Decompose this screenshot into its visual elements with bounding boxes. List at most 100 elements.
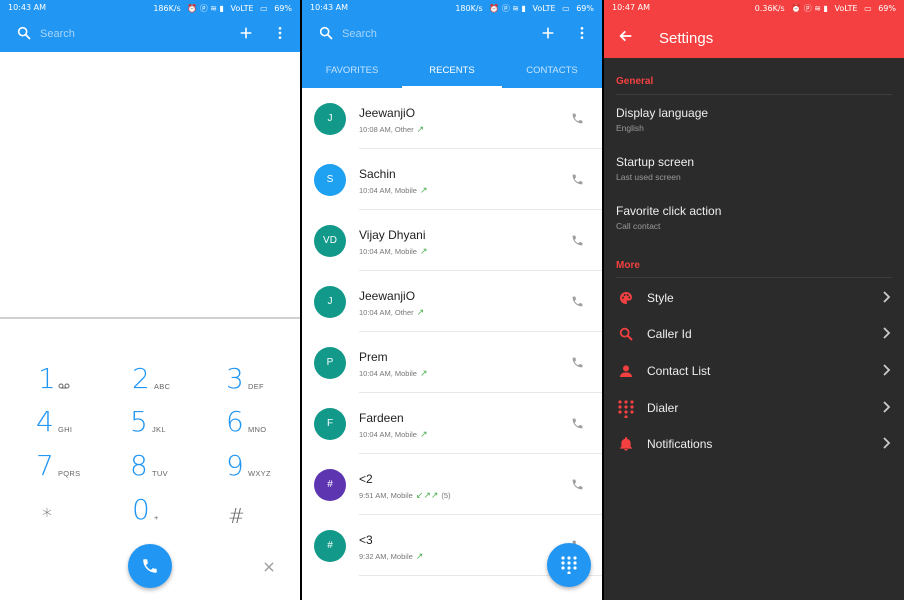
network-speed: 180K/s <box>455 4 483 13</box>
call-time-type: 10:08 AM, Other <box>359 125 414 134</box>
avatar: VD <box>314 225 346 257</box>
tab-favorites[interactable]: FAVORITES <box>302 58 402 90</box>
avatar: # <box>314 469 346 501</box>
chevron-right-icon <box>883 364 891 376</box>
call-details: 10:04 AM, Mobile ↗ <box>359 368 431 379</box>
key-digit: 8 <box>130 449 148 482</box>
add-contact-icon[interactable] <box>540 25 556 41</box>
avatar: F <box>314 408 346 440</box>
network-speed: 186K/s <box>153 4 181 13</box>
key-digit: 5 <box>130 405 148 438</box>
dial-key-7[interactable]: 7 PQRS <box>36 449 116 486</box>
phone-icon[interactable] <box>571 295 584 308</box>
call-button[interactable] <box>128 544 172 588</box>
setting-display-language[interactable]: Display language English <box>616 106 708 133</box>
carrier-label: VoLTE <box>834 4 858 13</box>
setting-title: Display language <box>616 106 709 120</box>
key-digit: 2 <box>132 362 150 395</box>
call-time-type: 10:04 AM, Mobile <box>359 369 417 378</box>
key-digit: 3 <box>226 362 244 395</box>
menu-item-style[interactable]: Style <box>604 280 904 316</box>
dialpad-button[interactable] <box>547 543 591 587</box>
call-log-row[interactable]: J JeewanjiO 10:08 AM, Other ↗ <box>302 88 602 149</box>
phone-icon[interactable] <box>571 417 584 430</box>
dial-key-3[interactable]: 3 DEF <box>226 362 300 399</box>
battery-icon: ▭ <box>260 4 268 13</box>
call-log-row[interactable]: J JeewanjiO 10:04 AM, Other ↗ <box>302 271 602 332</box>
dial-key-0[interactable]: 0 + <box>132 493 212 530</box>
contact-name: JeewanjiO <box>359 106 416 120</box>
recents-toolbar: 10:43 AM 180K/s ⏰ ⓟ ≋ ▮ VoLTE ▭ 69% Sear… <box>302 0 602 88</box>
dial-input-divider <box>0 317 300 319</box>
status-right: 186K/s ⏰ ⓟ ≋ ▮ VoLTE ▭ 69% <box>153 3 292 14</box>
phone-icon[interactable] <box>571 173 584 186</box>
clear-icon[interactable] <box>262 560 276 574</box>
outgoing-call-icon: ↗ <box>419 368 428 378</box>
phone-icon <box>143 559 157 573</box>
key-digit: 0 <box>132 493 150 526</box>
back-arrow-icon[interactable] <box>618 28 634 44</box>
dial-key-6[interactable]: 6 MNO <box>226 405 300 442</box>
battery-icon: ▭ <box>864 4 872 13</box>
setting-startup-screen[interactable]: Startup screen Last used screen <box>616 155 694 182</box>
more-options-icon[interactable] <box>574 25 590 41</box>
outgoing-call-icon: ↗ <box>419 246 428 256</box>
key-letters: ABC <box>154 382 171 391</box>
menu-item-notifications[interactable]: Notifications <box>604 426 904 462</box>
setting-favorite-click-action[interactable]: Favorite click action Call contact <box>616 204 721 231</box>
search-icon[interactable] <box>318 25 334 41</box>
key-digit: 9 <box>226 449 244 482</box>
dial-key-1[interactable]: 1 <box>38 362 118 399</box>
avatar: # <box>314 530 346 562</box>
key-letters: WXYZ <box>248 469 271 478</box>
call-time-type: 9:32 AM, Mobile <box>359 552 413 561</box>
call-log-row[interactable]: # <2 9:51 AM, Mobile ↙↗↗ (5) <box>302 454 602 515</box>
tab-contacts[interactable]: CONTACTS <box>502 58 602 90</box>
dial-key-8[interactable]: 8 TUV <box>130 449 210 486</box>
carrier-label: VoLTE <box>532 4 556 13</box>
phone-icon[interactable] <box>571 478 584 491</box>
menu-item-caller-id[interactable]: Caller Id <box>604 316 904 352</box>
phone-icon[interactable] <box>571 356 584 369</box>
call-details: 10:04 AM, Mobile ↗ <box>359 429 431 440</box>
dial-key-2[interactable]: 2 ABC <box>132 362 212 399</box>
call-log-row[interactable]: VD Vijay Dhyani 10:04 AM, Mobile ↗ <box>302 210 602 271</box>
status-icons: ⏰ ⓟ ≋ ▮ <box>791 4 828 13</box>
key-letters: MNO <box>248 425 267 434</box>
dial-key-star[interactable]: * <box>42 496 122 532</box>
recents-screen: 10:43 AM 180K/s ⏰ ⓟ ≋ ▮ VoLTE ▭ 69% Sear… <box>302 0 602 600</box>
search-input[interactable]: Search <box>40 28 75 40</box>
menu-item-contact-list[interactable]: Contact List <box>604 353 904 389</box>
call-time-type: 10:04 AM, Mobile <box>359 247 417 256</box>
key-letters: TUV <box>152 469 168 478</box>
call-log-row[interactable]: P Prem 10:04 AM, Mobile ↗ <box>302 332 602 393</box>
recents-list: J JeewanjiO 10:08 AM, Other ↗ S Sachin 10:04 A… <box>302 88 602 576</box>
chevron-right-icon <box>883 437 891 449</box>
outgoing-call-icon: ↗ <box>415 551 424 561</box>
dial-key-9[interactable]: 9 WXYZ <box>226 449 300 486</box>
add-contact-icon[interactable] <box>238 25 254 41</box>
dialer-toolbar: 10:43 AM 186K/s ⏰ ⓟ ≋ ▮ VoLTE ▭ 69% Sear… <box>0 0 300 52</box>
more-options-icon[interactable] <box>272 25 288 41</box>
carrier-label: VoLTE <box>230 4 254 13</box>
search-icon[interactable] <box>16 25 32 41</box>
menu-item-dialer[interactable]: Dialer <box>604 390 904 426</box>
section-header-more: More <box>616 260 640 271</box>
key-letters: JKL <box>152 425 166 434</box>
battery-level: 69% <box>878 4 896 13</box>
outgoing-call-icon: ↗ <box>419 185 428 195</box>
search-input[interactable]: Search <box>342 28 377 40</box>
section-divider <box>616 277 892 278</box>
status-bar: 10:43 AM 180K/s ⏰ ⓟ ≋ ▮ VoLTE ▭ 69% <box>302 0 602 16</box>
avatar: P <box>314 347 346 379</box>
setting-value: English <box>616 123 644 133</box>
dial-key-hash[interactable]: # <box>228 496 300 532</box>
dial-key-5[interactable]: 5 JKL <box>130 405 210 442</box>
call-log-row[interactable]: F Fardeen 10:04 AM, Mobile ↗ <box>302 393 602 454</box>
phone-icon[interactable] <box>571 234 584 247</box>
call-log-row[interactable]: S Sachin 10:04 AM, Mobile ↗ <box>302 149 602 210</box>
dial-key-4[interactable]: 4 GHI <box>36 405 116 442</box>
call-details: 10:04 AM, Other ↗ <box>359 307 427 318</box>
voicemail-icon <box>58 383 70 389</box>
phone-icon[interactable] <box>571 112 584 125</box>
